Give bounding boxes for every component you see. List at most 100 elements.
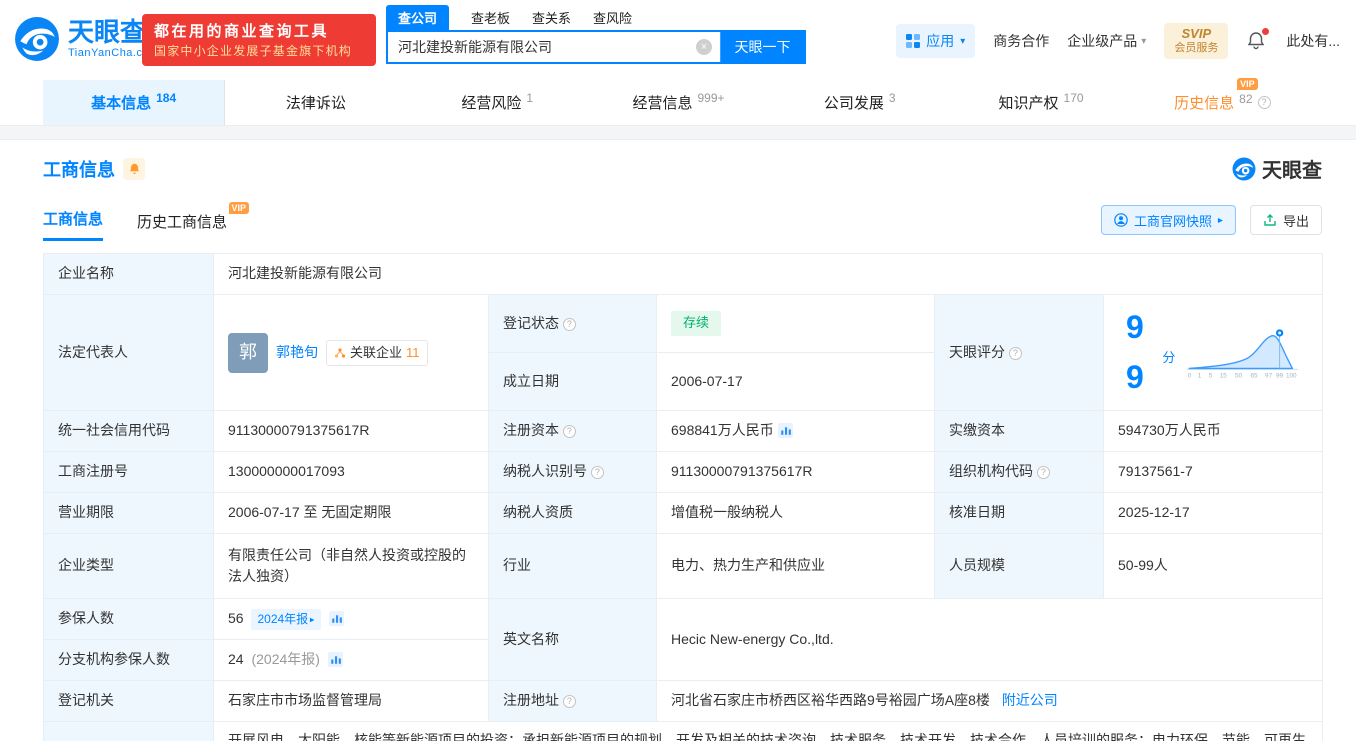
help-icon[interactable]: ? — [1036, 466, 1050, 480]
svip-subtitle: 会员服务 — [1174, 42, 1219, 55]
subscribe-bell-icon[interactable] — [123, 157, 145, 180]
snapshot-label: 工商官网快照 — [1133, 213, 1212, 229]
tab-operation-risk[interactable]: 经营风险 1 — [407, 80, 588, 125]
reg-capital-label-text: 注册资本 — [503, 422, 559, 439]
related-companies-tag[interactable]: 关联企业 11 — [326, 339, 428, 366]
chevron-down-icon: ▾ — [1141, 35, 1147, 47]
legal-rep-name-link[interactable]: 郭艳旬 — [276, 342, 318, 364]
search-button[interactable]: 天眼一下 — [720, 32, 804, 62]
clear-search-icon[interactable]: × — [696, 39, 712, 55]
industry-label: 行业 — [488, 533, 657, 600]
branch-insured-label: 分支机构参保人数 — [43, 639, 214, 682]
tab-intellectual-property[interactable]: 知识产权 170 — [950, 80, 1131, 125]
tab-count: 1 — [526, 91, 534, 105]
reg-status-value: 存续 — [656, 293, 935, 354]
header-right: 应用 ▾ 商务合作 企业级产品 ▾ SVIP 会员服务 此处有... — [896, 22, 1340, 60]
export-button[interactable]: 导出 — [1249, 205, 1322, 235]
company-name-value: 河北建投新能源有限公司 — [212, 253, 1324, 295]
network-icon — [334, 347, 346, 358]
apps-grid-icon — [906, 34, 921, 48]
official-snapshot-button[interactable]: 工商官网快照 ▾ — [1100, 205, 1236, 235]
registered-address-label-text: 注册地址 — [503, 692, 559, 709]
section-title: 工商信息 — [43, 159, 115, 180]
registration-authority-label: 登记机关 — [43, 680, 214, 723]
taxpayer-id-label-text: 纳税人识别号 — [503, 463, 587, 480]
paid-capital-label: 实缴资本 — [934, 410, 1104, 453]
apps-label: 应用 — [926, 33, 955, 49]
reg-status-label: 登记状态 ? — [488, 293, 657, 354]
tab-history-info[interactable]: 历史信息 VIP 82 ? — [1132, 77, 1313, 125]
vip-tag: VIP — [1237, 77, 1258, 90]
tab-business-info[interactable]: 经营信息 999+ — [588, 80, 769, 125]
svg-text:99: 99 — [1276, 372, 1284, 379]
tab-label: 历史信息 — [1174, 95, 1235, 112]
insured-chart-icon[interactable] — [328, 611, 344, 627]
enterprise-products-link[interactable]: 企业级产品 ▾ — [1067, 31, 1146, 51]
user-menu[interactable]: 此处有... — [1286, 31, 1340, 51]
snapshot-icon — [1114, 213, 1128, 227]
business-cooperation-link[interactable]: 商务合作 — [993, 31, 1049, 51]
enterprise-products-label: 企业级产品 — [1067, 33, 1138, 49]
help-icon[interactable]: ? — [562, 425, 576, 439]
help-icon[interactable]: ? — [562, 317, 576, 331]
help-icon[interactable]: ? — [1008, 346, 1022, 360]
search-area: 查公司 查老板 查关系 查风险 × 天眼一下 — [386, 5, 806, 64]
help-icon[interactable]: ? — [590, 466, 604, 480]
subtab-business-info[interactable]: 工商信息 — [43, 208, 104, 241]
business-scope-value: 开展风电、太阳能、核能等新能源项目的投资；承担新能源项目的规划、开发及相关的技术… — [212, 721, 1324, 741]
tab-legal-litigation[interactable]: 法律诉讼 — [225, 80, 406, 125]
search-input[interactable] — [388, 32, 720, 62]
business-term-value: 2006-07-17 至 无固定期限 — [213, 492, 489, 535]
svg-text:65: 65 — [1251, 372, 1259, 379]
insured-count-value: 56 2024年报 ▾ — [213, 598, 489, 641]
arrow-right-icon: ▾ — [306, 617, 317, 622]
related-count: 11 — [406, 344, 420, 360]
tianyancha-logo-icon — [1232, 157, 1256, 180]
watermark-text: 天眼查 — [1262, 160, 1322, 182]
status-badge: 存续 — [671, 311, 722, 336]
org-code-value: 79137561-7 — [1102, 451, 1324, 494]
registered-address-label: 注册地址 ? — [488, 680, 657, 723]
slogan-line1: 都在用的商业查询工具 — [154, 23, 330, 40]
help-icon[interactable]: ? — [562, 695, 576, 709]
score-value: 99 — [1126, 309, 1144, 395]
insured-count-text: 56 — [228, 610, 244, 627]
branch-insured-chart-icon[interactable] — [327, 652, 343, 668]
notification-dot — [1262, 28, 1270, 35]
slogan-line2: 国家中小企业发展子基金旗下机构 — [154, 43, 353, 58]
industry-value: 电力、热力生产和供应业 — [656, 533, 935, 600]
tianyancha-logo[interactable]: 天眼查 TianYanCha.com — [14, 16, 159, 62]
apps-menu[interactable]: 应用 ▾ — [896, 24, 976, 58]
english-name-value: Hecic New-energy Co.,ltd. — [655, 598, 1324, 682]
establish-date-value: 2006-07-17 — [656, 352, 935, 412]
export-label: 导出 — [1282, 213, 1309, 229]
vip-tag: VIP — [228, 202, 250, 214]
search-tab-company[interactable]: 查公司 — [386, 5, 450, 30]
search-box: × 天眼一下 — [386, 30, 806, 64]
arrow-right-icon: ▾ — [1214, 217, 1226, 223]
tianyan-score: 99 分 0 1 5 15 50 65 97 99 100 — [1118, 301, 1308, 404]
svg-text:100: 100 — [1286, 372, 1297, 379]
branch-insured-text: 24 — [228, 651, 244, 668]
svg-text:0: 0 — [1188, 372, 1192, 379]
tab-label: 基本信息 — [91, 95, 152, 112]
tab-label: 经营风险 — [461, 95, 522, 112]
tab-company-development[interactable]: 公司发展 3 — [769, 80, 950, 125]
svip-member-badge[interactable]: SVIP 会员服务 — [1164, 23, 1229, 59]
slogan-banner: 都在用的商业查询工具 国家中小企业发展子基金旗下机构 — [142, 14, 376, 66]
svip-title: SVIP — [1181, 26, 1212, 41]
tab-basic-info[interactable]: 基本信息 184 — [43, 80, 226, 125]
help-icon[interactable]: ? — [1257, 96, 1271, 109]
tab-count: 170 — [1063, 91, 1084, 105]
related-label: 关联企业 — [350, 344, 403, 360]
subtab-history-business-info[interactable]: 历史工商信息 VIP — [137, 202, 250, 241]
reg-capital-label: 注册资本 ? — [488, 410, 657, 453]
search-tab-risk[interactable]: 查风险 — [593, 8, 632, 30]
nearby-companies-link[interactable]: 附近公司 — [1002, 692, 1058, 708]
search-tab-boss[interactable]: 查老板 — [471, 8, 510, 30]
capital-chart-icon[interactable] — [777, 423, 793, 439]
notification-bell-icon[interactable] — [1246, 28, 1270, 52]
annual-report-link[interactable]: 2024年报 ▾ — [251, 609, 321, 630]
search-tab-relation[interactable]: 查关系 — [532, 8, 571, 30]
staff-size-label: 人员规模 — [934, 533, 1104, 600]
